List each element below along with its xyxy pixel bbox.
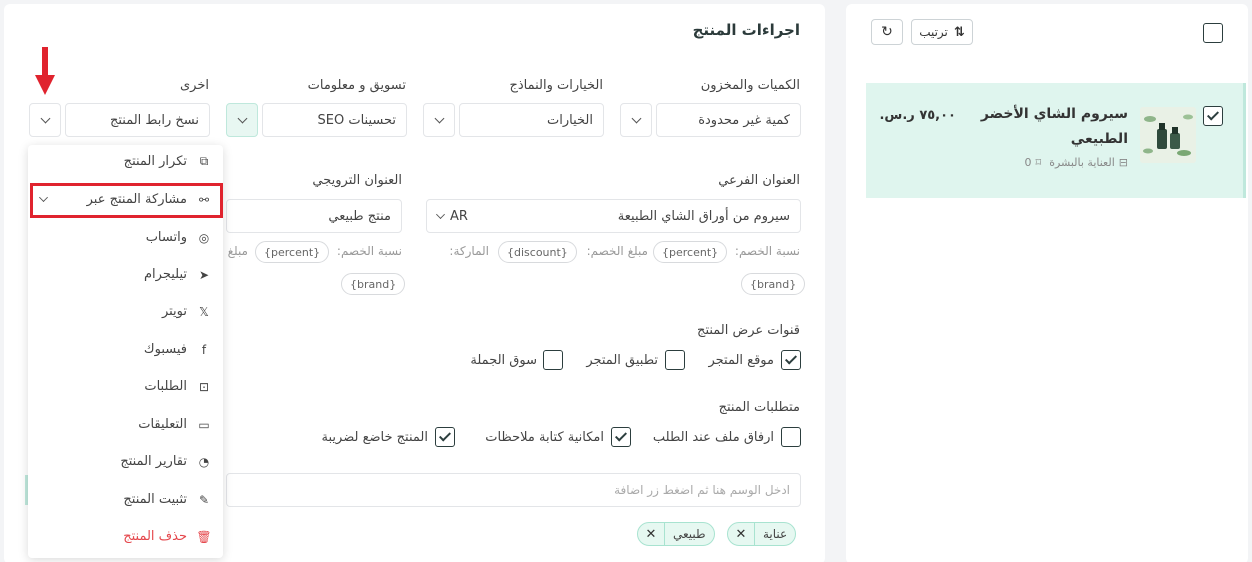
options-label: الخيارات والنماذج — [509, 78, 603, 93]
attach-file-label: ارفاق ملف عند الطلب — [652, 430, 774, 445]
menu-item-pin[interactable]: ✎ تثبيت المنتج — [123, 492, 211, 507]
product-checkbox[interactable] — [1203, 106, 1223, 126]
menu-item-telegram[interactable]: ➤ تيليجرام — [144, 267, 211, 282]
quantities-label: الكميات والمخزون — [700, 78, 800, 93]
sort-button[interactable]: ⇅ ترتيب — [911, 19, 973, 45]
options-dropdown-button[interactable] — [423, 103, 455, 137]
menu-item-duplicate[interactable]: ⧉ تكرار المنتج — [124, 154, 211, 169]
percent-variable-chip[interactable]: {percent} — [653, 241, 728, 263]
product-price: ٧٥,٠٠ ر.س. — [879, 108, 956, 123]
marketing-select[interactable]: تحسينات SEO — [262, 103, 407, 137]
telegram-icon: ➤ — [198, 267, 210, 282]
x-twitter-icon: 𝕏 — [199, 304, 209, 319]
product-image — [1140, 107, 1196, 163]
tag-natural: طبيعي ✕ — [637, 522, 715, 546]
product-name-line2: الطبيعي — [1070, 131, 1128, 147]
selection-indicator — [1243, 83, 1246, 198]
subtitle-label: العنوان الفرعي — [718, 173, 800, 188]
quantities-dropdown-button[interactable] — [620, 103, 652, 137]
promo-discount-amount-label: مبلغ — [227, 244, 248, 258]
discount-variable-chip[interactable]: {discount} — [498, 241, 577, 263]
facebook-icon: f — [201, 342, 207, 357]
marketing-dropdown-button[interactable] — [226, 103, 258, 137]
page-title: اجراءات المنتج — [692, 21, 800, 39]
taxable-checkbox[interactable] — [435, 427, 455, 447]
promo-title-input[interactable]: منتج طبيعي — [226, 199, 402, 233]
attach-file-checkbox[interactable] — [781, 427, 801, 447]
tag-care: عناية ✕ — [727, 522, 797, 546]
remove-tag-icon[interactable]: ✕ — [638, 523, 664, 545]
menu-item-comments[interactable]: ▭ التعليقات — [138, 417, 211, 432]
channel-wholesale-checkbox[interactable] — [543, 350, 563, 370]
language-switch[interactable]: AR — [436, 209, 468, 224]
channel-wholesale-label: سوق الجملة — [470, 353, 537, 368]
tag-icon: ⌑ — [1035, 156, 1042, 169]
check-icon — [614, 429, 628, 442]
taxable-label: المنتج خاضع لضريبة — [321, 430, 428, 445]
share-highlight-annotation — [30, 183, 223, 218]
menu-item-delete[interactable]: 🗑 حذف المنتج — [123, 529, 211, 544]
chevron-down-icon — [434, 113, 444, 123]
promo-discount-percent-label: نسبة الخصم: — [336, 244, 402, 258]
trash-icon: 🗑 — [196, 529, 212, 544]
discount-percent-label: نسبة الخصم: — [734, 244, 800, 258]
bag-icon: ⊡ — [198, 379, 210, 394]
subtitle-input[interactable]: سيروم من أوراق الشاي الطبيعة AR — [426, 199, 801, 233]
sort-icon: ⇅ — [953, 24, 965, 40]
product-tag-count: 0 — [1024, 156, 1032, 169]
chevron-down-icon — [436, 209, 445, 219]
pin-icon: ✎ — [198, 492, 210, 507]
menu-item-whatsapp[interactable]: ◎ واتساب — [146, 230, 211, 245]
quantities-select[interactable]: كمية غير محدودة — [656, 103, 801, 137]
promo-title-label: العنوان الترويجي — [312, 173, 402, 188]
remove-tag-icon[interactable]: ✕ — [728, 523, 754, 545]
channel-website-checkbox[interactable] — [781, 350, 801, 370]
arrow-down-icon — [35, 47, 55, 95]
product-meta: ⊟ العناية بالبشرة ⌑ 0 — [1025, 156, 1128, 169]
copy-icon: ⧉ — [199, 154, 209, 168]
menu-item-facebook[interactable]: f فيسبوك — [144, 342, 211, 357]
refresh-button[interactable]: ↻ — [871, 19, 903, 45]
select-all-checkbox[interactable] — [1203, 23, 1223, 43]
chevron-down-icon — [40, 113, 50, 123]
promo-brand-variable-chip[interactable]: {brand} — [341, 273, 406, 295]
check-icon — [438, 429, 452, 442]
menu-item-reports[interactable]: ◔ تقارير المنتج — [120, 454, 211, 469]
other-select[interactable]: نسخ رابط المنتج — [65, 103, 210, 137]
notes-label: امكانية كتابة ملاحظات — [485, 430, 604, 445]
box-icon: ⊟ — [1118, 156, 1128, 169]
serum-bottles-image — [1140, 107, 1196, 163]
chevron-down-icon — [237, 113, 247, 123]
product-name-line1: سيروم الشاي الأخضر — [980, 106, 1128, 122]
menu-item-twitter[interactable]: 𝕏 تويتر — [162, 304, 211, 319]
discount-amount-label: مبلغ الخصم: — [586, 244, 648, 258]
notes-checkbox[interactable] — [611, 427, 631, 447]
refresh-icon: ↻ — [881, 24, 893, 40]
brand-variable-chip[interactable]: {brand} — [741, 273, 806, 295]
check-icon — [784, 352, 798, 365]
marketing-label: تسويق و معلومات — [307, 78, 406, 93]
channel-website-label: موقع المتجر — [708, 353, 774, 368]
channels-label: قنوات عرض المنتج — [697, 323, 800, 338]
report-icon: ◔ — [198, 454, 210, 469]
channel-app-label: تطبيق المتجر — [586, 353, 658, 368]
menu-item-orders[interactable]: ⊡ الطلبات — [144, 379, 211, 394]
channel-app-checkbox[interactable] — [665, 350, 685, 370]
requirements-label: متطلبات المنتج — [718, 400, 800, 415]
options-select[interactable]: الخيارات — [459, 103, 604, 137]
chevron-down-icon — [631, 113, 641, 123]
product-category: العناية بالبشرة — [1049, 156, 1115, 169]
other-dropdown-button[interactable] — [29, 103, 61, 137]
tags-input[interactable]: ادخل الوسم هنا ثم اضغط زر اضافة — [226, 473, 801, 507]
check-icon — [1206, 108, 1220, 121]
brand-label: الماركة: — [449, 244, 489, 258]
other-label: اخرى — [180, 78, 209, 93]
promo-percent-variable-chip[interactable]: {percent} — [255, 241, 330, 263]
whatsapp-icon: ◎ — [198, 230, 210, 245]
comment-icon: ▭ — [198, 417, 210, 432]
